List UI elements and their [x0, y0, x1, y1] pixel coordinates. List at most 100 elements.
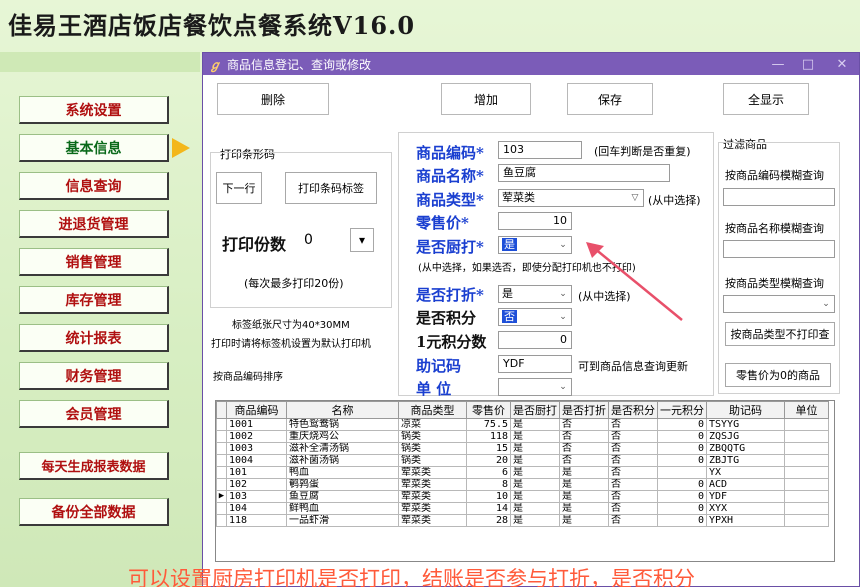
column-header[interactable]: 商品编码 — [226, 401, 287, 419]
table-cell[interactable]: 荤菜类 — [398, 490, 467, 503]
column-header[interactable]: 单位 — [784, 401, 829, 419]
table-cell[interactable]: 鱼豆腐 — [286, 490, 399, 503]
spinner-icon[interactable]: ▾ — [350, 228, 374, 252]
table-cell[interactable]: 0 — [657, 502, 707, 515]
column-header[interactable]: 名称 — [286, 401, 399, 419]
zero-price-button[interactable]: 零售价为0的商品 — [725, 363, 831, 387]
table-cell[interactable]: 是 — [559, 514, 609, 527]
table-cell[interactable]: 0 — [657, 454, 707, 467]
table-cell[interactable]: 否 — [559, 430, 609, 443]
table-cell[interactable]: 特色鸳鸯锅 — [286, 418, 399, 431]
save-button[interactable]: 保存 — [567, 83, 653, 115]
table-row[interactable]: 101 鸭血 荤菜类 6 是是否 YX — [216, 466, 829, 479]
discount-select[interactable]: 是 ⌄ — [498, 285, 572, 303]
sidebar-item-system-settings[interactable]: 系统设置 — [19, 96, 169, 124]
price-input[interactable]: 10 — [498, 212, 572, 230]
table-cell[interactable]: 荤菜类 — [398, 502, 467, 515]
sidebar-item-daily-report[interactable]: 每天生成报表数据 — [19, 452, 169, 480]
delete-button[interactable]: 删除 — [217, 83, 329, 115]
table-cell[interactable]: 1002 — [226, 430, 287, 443]
table-cell[interactable]: 是 — [510, 514, 560, 527]
filter-code-input[interactable] — [723, 188, 835, 206]
type-no-print-button[interactable]: 按商品类型不打印查 — [725, 322, 835, 346]
table-cell[interactable]: 是 — [510, 430, 560, 443]
sidebar-item-reports[interactable]: 统计报表 — [19, 324, 169, 352]
sidebar-item-purchase[interactable]: 进退货管理 — [19, 210, 169, 238]
table-cell[interactable]: 102 — [226, 478, 287, 491]
table-row[interactable]: 118 一品虾滑 荤菜类 28 是是否 0 YPXH — [216, 514, 829, 527]
table-row[interactable]: 1002 重庆烧鸡公 锅类 118 是否否 0 ZQSJG — [216, 430, 829, 443]
table-cell[interactable] — [784, 490, 829, 503]
add-button[interactable]: 增加 — [441, 83, 531, 115]
table-cell[interactable]: 鹌鹑蛋 — [286, 478, 399, 491]
table-cell[interactable]: ZQSJG — [706, 430, 785, 443]
table-cell[interactable]: 滋补全清汤锅 — [286, 442, 399, 455]
filter-type-select[interactable]: ⌄ — [723, 295, 835, 313]
table-cell[interactable]: 10 — [466, 490, 511, 503]
table-cell[interactable]: YPXH — [706, 514, 785, 527]
table-cell[interactable]: 否 — [608, 442, 658, 455]
table-cell[interactable]: XYX — [706, 502, 785, 515]
table-cell[interactable]: YX — [706, 466, 785, 479]
table-row[interactable]: 1004 滋补菌汤锅 锅类 20 是否否 0 ZBJTG — [216, 454, 829, 467]
points-per-yuan-input[interactable]: 0 — [498, 331, 572, 349]
table-cell[interactable]: 6 — [466, 466, 511, 479]
column-header[interactable]: 是否厨打 — [510, 401, 560, 419]
table-cell[interactable] — [784, 454, 829, 467]
sidebar-item-members[interactable]: 会员管理 — [19, 400, 169, 428]
table-cell[interactable]: 是 — [510, 418, 560, 431]
name-input[interactable]: 鱼豆腐 — [498, 164, 670, 182]
table-row[interactable]: 102 鹌鹑蛋 荤菜类 8 是是否 0 ACD — [216, 478, 829, 491]
table-cell[interactable]: 否 — [608, 466, 658, 479]
show-all-button[interactable]: 全显示 — [723, 83, 809, 115]
column-header[interactable]: 商品类型 — [398, 401, 467, 419]
table-cell[interactable]: 否 — [559, 454, 609, 467]
table-cell[interactable]: 0 — [657, 418, 707, 431]
code-input[interactable]: 103 — [498, 141, 582, 159]
table-cell[interactable]: 28 — [466, 514, 511, 527]
mnemonic-input[interactable]: YDF — [498, 355, 572, 373]
table-cell[interactable]: 锅类 — [398, 442, 467, 455]
table-cell[interactable]: 0 — [657, 490, 707, 503]
table-cell[interactable]: ZBQQTG — [706, 442, 785, 455]
table-cell[interactable] — [784, 418, 829, 431]
minimize-icon[interactable]: — — [763, 53, 793, 75]
table-cell[interactable]: 否 — [608, 454, 658, 467]
table-cell[interactable]: 否 — [608, 514, 658, 527]
column-header[interactable]: 一元积分 — [657, 401, 707, 419]
table-cell[interactable]: 是 — [510, 478, 560, 491]
table-cell[interactable]: 否 — [608, 418, 658, 431]
table-cell[interactable]: 0 — [657, 514, 707, 527]
table-cell[interactable]: 否 — [608, 478, 658, 491]
print-copies-input[interactable]: 0 — [300, 230, 346, 252]
table-cell[interactable]: 1004 — [226, 454, 287, 467]
kitchen-print-select[interactable]: 是 ⌄ — [498, 236, 572, 254]
table-cell[interactable]: 凉菜 — [398, 418, 467, 431]
table-cell[interactable]: 荤菜类 — [398, 478, 467, 491]
table-cell[interactable]: 滋补菌汤锅 — [286, 454, 399, 467]
sidebar-item-sales[interactable]: 销售管理 — [19, 248, 169, 276]
table-cell[interactable]: YDF — [706, 490, 785, 503]
table-cell[interactable] — [784, 466, 829, 479]
table-cell[interactable]: 是 — [510, 490, 560, 503]
sidebar-item-basic-info[interactable]: 基本信息 — [19, 134, 169, 162]
table-cell[interactable]: 是 — [510, 466, 560, 479]
table-cell[interactable] — [784, 478, 829, 491]
table-cell[interactable]: 75.5 — [466, 418, 511, 431]
table-cell[interactable]: 0 — [657, 478, 707, 491]
column-header[interactable]: 助记码 — [706, 401, 785, 419]
table-cell[interactable]: 是 — [559, 502, 609, 515]
table-cell[interactable]: 重庆烧鸡公 — [286, 430, 399, 443]
column-header[interactable]: 是否打折 — [559, 401, 609, 419]
table-cell[interactable]: 1001 — [226, 418, 287, 431]
table-cell[interactable]: 118 — [226, 514, 287, 527]
table-cell[interactable]: 20 — [466, 454, 511, 467]
table-cell[interactable]: 103 — [226, 490, 287, 503]
sidebar-item-backup[interactable]: 备份全部数据 — [19, 498, 169, 526]
table-cell[interactable]: TSYYG — [706, 418, 785, 431]
table-cell[interactable]: 是 — [559, 490, 609, 503]
table-cell[interactable]: 1003 — [226, 442, 287, 455]
table-cell[interactable]: 荤菜类 — [398, 514, 467, 527]
sidebar-item-info-query[interactable]: 信息查询 — [19, 172, 169, 200]
filter-name-input[interactable] — [723, 240, 835, 258]
